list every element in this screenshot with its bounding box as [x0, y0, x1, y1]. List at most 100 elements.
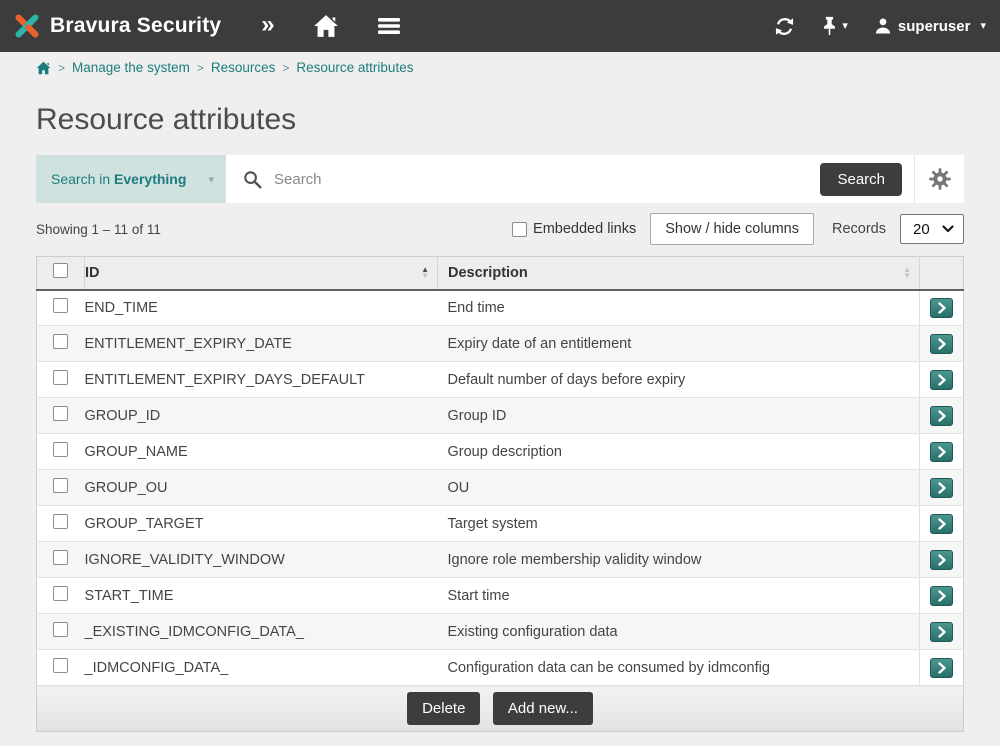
- row-description: Default number of days before expiry: [448, 372, 686, 388]
- breadcrumb-link-resource-attributes[interactable]: Resource attributes: [296, 60, 413, 75]
- chevron-right-icon: [937, 374, 947, 386]
- table-row: _IDMCONFIG_DATA_ Configuration data can …: [37, 650, 964, 686]
- table-row: _EXISTING_IDMCONFIG_DATA_ Existing confi…: [37, 614, 964, 650]
- top-navbar: Bravura Security »: [0, 0, 1000, 52]
- caret-down-icon: ▾: [842, 21, 848, 32]
- column-header-actions: [920, 257, 964, 290]
- gear-icon: [928, 167, 952, 191]
- row-open-button[interactable]: [930, 586, 953, 606]
- breadcrumb-home-icon[interactable]: [36, 61, 51, 75]
- delete-button[interactable]: Delete: [407, 692, 480, 725]
- table-row: GROUP_NAME Group description: [37, 434, 964, 470]
- row-open-button[interactable]: [930, 442, 953, 462]
- row-open-button[interactable]: [930, 514, 953, 534]
- table-footer: Delete Add new...: [37, 686, 964, 732]
- row-checkbox[interactable]: [53, 406, 68, 421]
- row-open-button[interactable]: [930, 370, 953, 390]
- refresh-icon[interactable]: [774, 16, 795, 37]
- chevron-right-icon: [937, 410, 947, 422]
- table-row: GROUP_TARGET Target system: [37, 506, 964, 542]
- collapse-menu-icon[interactable]: »: [261, 13, 274, 40]
- embedded-links-toggle[interactable]: Embedded links: [512, 221, 636, 237]
- brand-name: Bravura Security: [50, 14, 221, 38]
- select-all-checkbox[interactable]: [53, 263, 68, 278]
- row-id: IGNORE_VALIDITY_WINDOW: [85, 552, 285, 568]
- table-row: START_TIME Start time: [37, 578, 964, 614]
- row-id: _EXISTING_IDMCONFIG_DATA_: [85, 624, 304, 640]
- caret-down-icon: ▾: [980, 21, 986, 32]
- chevron-right-icon: [937, 554, 947, 566]
- chevron-right-icon: [937, 590, 947, 602]
- chevron-right-icon: [937, 518, 947, 530]
- row-checkbox[interactable]: [53, 442, 68, 457]
- breadcrumb-link-resources[interactable]: Resources: [211, 60, 276, 75]
- row-description: Expiry date of an entitlement: [448, 336, 632, 352]
- chevron-right-icon: [937, 446, 947, 458]
- search-button[interactable]: Search: [820, 163, 902, 196]
- row-id: ENTITLEMENT_EXPIRY_DATE: [85, 336, 292, 352]
- caret-down-icon: ▾: [208, 173, 214, 186]
- hamburger-menu-icon[interactable]: [377, 16, 401, 36]
- table-row: END_TIME End time: [37, 290, 964, 326]
- row-open-button[interactable]: [930, 478, 953, 498]
- search-scope-dropdown[interactable]: Search in Everything ▾: [36, 155, 226, 203]
- chevron-right-icon: [937, 482, 947, 494]
- row-checkbox[interactable]: [53, 622, 68, 637]
- row-open-button[interactable]: [930, 406, 953, 426]
- row-checkbox[interactable]: [53, 334, 68, 349]
- records-per-page-select[interactable]: 20: [900, 214, 964, 244]
- embedded-links-label: Embedded links: [533, 221, 636, 237]
- pushpin-icon: [821, 16, 838, 36]
- table-header-row: ID ▲▼ Description ▲▼: [37, 257, 964, 290]
- row-open-button[interactable]: [930, 658, 953, 678]
- row-checkbox[interactable]: [53, 298, 68, 313]
- search-input[interactable]: [274, 171, 820, 188]
- add-new-button[interactable]: Add new...: [493, 692, 593, 725]
- row-id: GROUP_ID: [85, 408, 161, 424]
- row-id: ENTITLEMENT_EXPIRY_DAYS_DEFAULT: [85, 372, 365, 388]
- show-hide-columns-button[interactable]: Show / hide columns: [650, 213, 814, 245]
- breadcrumb-separator: >: [197, 61, 204, 75]
- search-settings-button[interactable]: [914, 155, 964, 203]
- row-description: OU: [448, 480, 470, 496]
- row-checkbox[interactable]: [53, 658, 68, 673]
- row-checkbox[interactable]: [53, 550, 68, 565]
- row-description: Existing configuration data: [448, 624, 618, 640]
- column-header-description[interactable]: Description ▲▼: [438, 257, 920, 290]
- breadcrumb: > Manage the system > Resources > Resour…: [0, 52, 1000, 81]
- row-id: _IDMCONFIG_DATA_: [85, 660, 229, 676]
- row-open-button[interactable]: [930, 550, 953, 570]
- row-checkbox[interactable]: [53, 478, 68, 493]
- table-body: END_TIME End time ENTITLEMENT_EXPIRY_DAT…: [37, 290, 964, 686]
- row-description: Group description: [448, 444, 562, 460]
- row-open-button[interactable]: [930, 298, 953, 318]
- embedded-links-checkbox[interactable]: [512, 222, 527, 237]
- table-row: GROUP_ID Group ID: [37, 398, 964, 434]
- brand-logo[interactable]: Bravura Security: [12, 11, 221, 41]
- records-label: Records: [832, 221, 886, 237]
- row-open-button[interactable]: [930, 622, 953, 642]
- row-checkbox[interactable]: [53, 370, 68, 385]
- resource-attributes-table: ID ▲▼ Description ▲▼ END_TIME End time: [36, 256, 964, 732]
- row-open-button[interactable]: [930, 334, 953, 354]
- breadcrumb-link-manage-the-system[interactable]: Manage the system: [72, 60, 190, 75]
- search-panel: Search in Everything ▾ Search: [36, 155, 964, 203]
- row-checkbox[interactable]: [53, 514, 68, 529]
- select-all-header: [37, 257, 85, 290]
- sort-indicator-asc-icon: ▲▼: [421, 267, 429, 279]
- row-id: GROUP_NAME: [85, 444, 188, 460]
- breadcrumb-separator: >: [58, 61, 65, 75]
- chevron-right-icon: [937, 302, 947, 314]
- list-controls: Showing 1 – 11 of 11 Embedded links Show…: [36, 213, 964, 245]
- column-header-id[interactable]: ID ▲▼: [85, 257, 438, 290]
- home-icon[interactable]: [313, 14, 339, 38]
- chevron-right-icon: [937, 662, 947, 674]
- row-checkbox[interactable]: [53, 586, 68, 601]
- row-id: GROUP_OU: [85, 480, 168, 496]
- row-description: Configuration data can be consumed by id…: [448, 660, 770, 676]
- user-menu[interactable]: superuser ▾: [874, 17, 986, 35]
- search-box: Search: [226, 155, 914, 203]
- pin-menu[interactable]: ▾: [821, 16, 848, 36]
- row-description: Target system: [448, 516, 538, 532]
- table-row: GROUP_OU OU: [37, 470, 964, 506]
